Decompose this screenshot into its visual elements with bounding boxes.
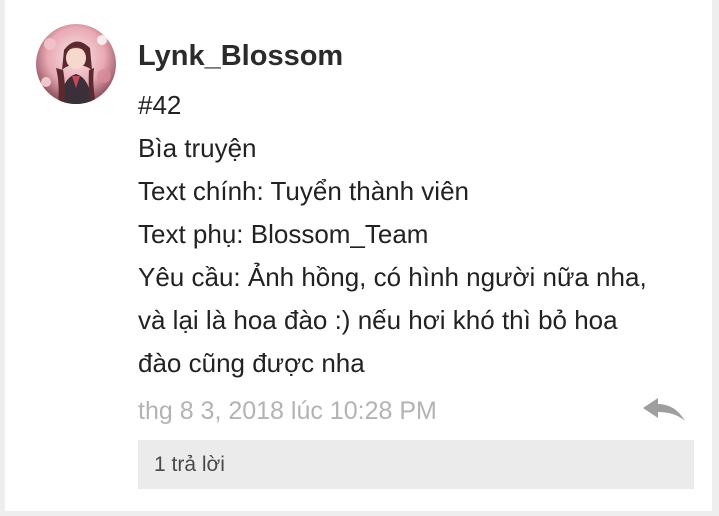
author-name[interactable]: Lynk_Blossom	[138, 38, 343, 74]
replies-count-label: 1 trả lời	[154, 453, 225, 476]
comment-line: Text phụ: Blossom_Team	[138, 219, 429, 249]
comment-line: Bìa truyện	[138, 133, 257, 163]
comment-line: và lại là hoa đào :) nếu hơi khó thì bỏ …	[138, 305, 618, 335]
reply-arrow-icon[interactable]	[641, 395, 687, 425]
comment-timestamp: thg 8 3, 2018 lúc 10:28 PM	[138, 397, 437, 425]
replies-count-button[interactable]: 1 trả lời	[138, 440, 694, 489]
avatar[interactable]	[36, 24, 116, 104]
comment-line: đào cũng được nha	[138, 348, 365, 378]
reply-arrow-shape	[643, 398, 685, 421]
comment-card: Lynk_Blossom #42 Bìa truyện Text chính: …	[5, 0, 712, 511]
comment-line: #42	[138, 90, 182, 120]
comment-line: Text chính: Tuyển thành viên	[138, 176, 469, 206]
avatar-image	[36, 24, 116, 104]
comment-body: #42 Bìa truyện Text chính: Tuyển thành v…	[138, 84, 688, 385]
comment-line: Yêu cầu: Ảnh hồng, có hình người nữa nha…	[138, 262, 647, 292]
